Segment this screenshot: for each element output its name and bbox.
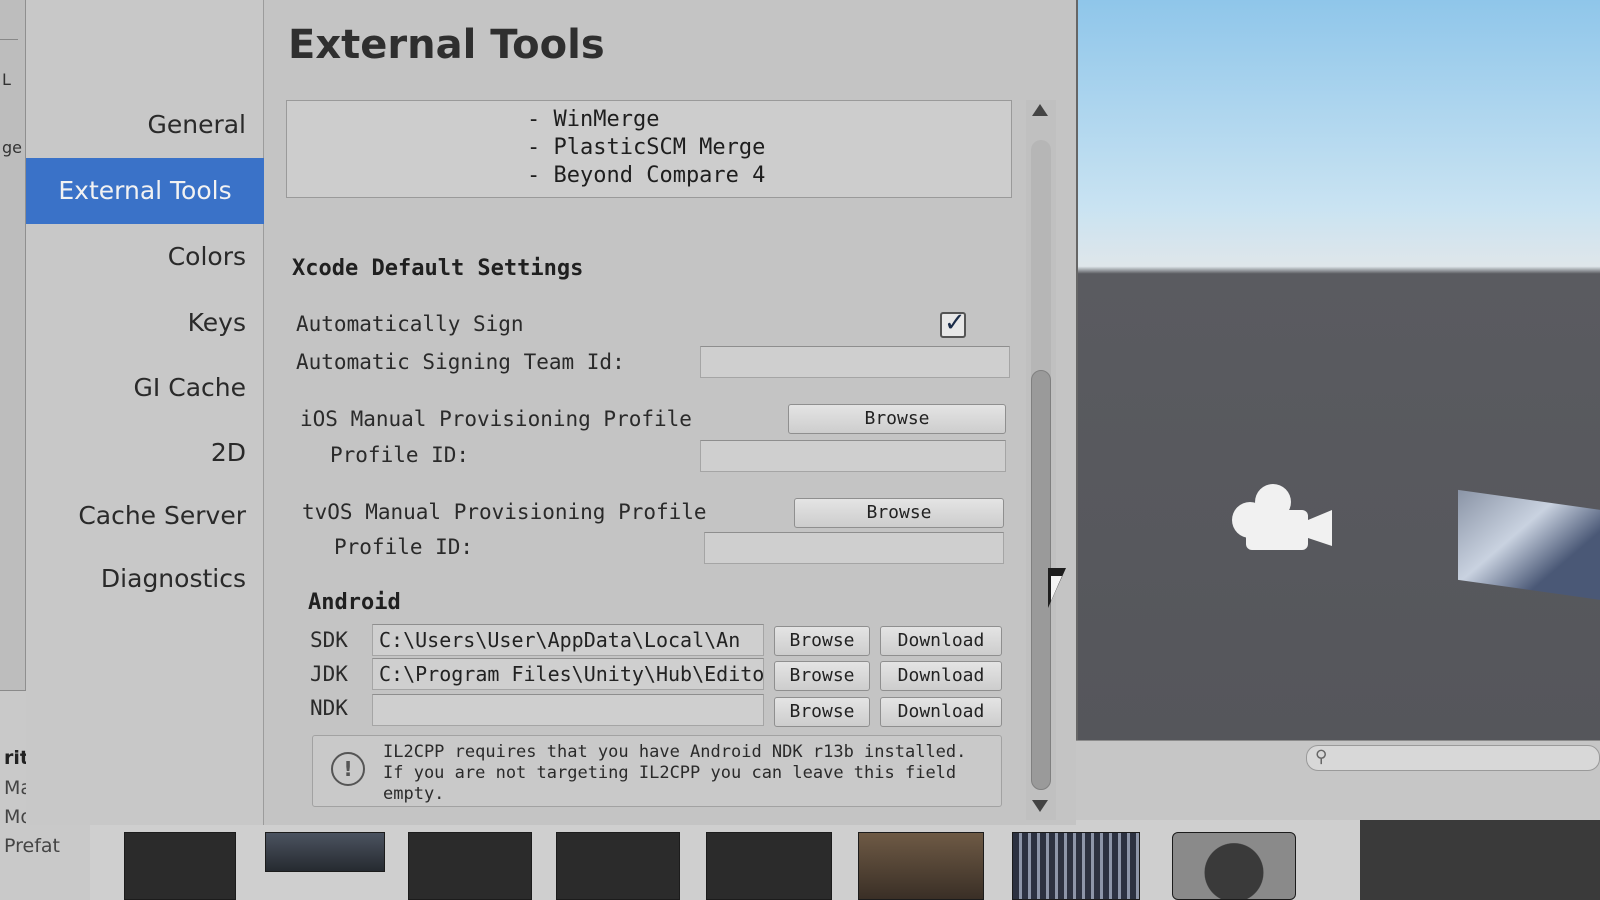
team-id-label: Automatic Signing Team Id: — [296, 350, 625, 374]
merge-tool-item: - Beyond Compare 4 — [527, 163, 766, 188]
tvos-profile-label: tvOS Manual Provisioning Profile — [302, 500, 707, 524]
scene-view[interactable] — [1076, 0, 1600, 740]
camera-icon — [1232, 484, 1332, 550]
search-input[interactable]: ⚲ — [1306, 745, 1600, 771]
merge-tool-item: - PlasticSCM Merge — [527, 135, 766, 160]
scroll-down-arrow-icon[interactable] — [1032, 800, 1048, 812]
scroll-up-arrow-icon[interactable] — [1032, 104, 1048, 116]
warning-icon: ! — [331, 752, 365, 786]
content-scrollbar[interactable] — [1026, 100, 1056, 820]
tvos-profile-id-field[interactable] — [704, 532, 1004, 564]
auto-sign-label: Automatically Sign — [296, 312, 524, 336]
merge-tool-item: - WinMerge — [527, 107, 660, 132]
tvos-profile-id-label: Profile ID: — [334, 535, 474, 559]
sidebar-item-cache-server[interactable]: Cache Server — [26, 483, 264, 549]
team-id-field[interactable] — [700, 346, 1010, 378]
mouse-cursor-fill — [1051, 576, 1062, 601]
ndk-help-box: ! IL2CPP requires that you have Android … — [312, 735, 1002, 807]
xcode-section-title: Xcode Default Settings — [292, 256, 584, 281]
help-text-line: If you are not targeting IL2CPP you can … — [383, 763, 957, 783]
search-icon: ⚲ — [1315, 747, 1328, 767]
ios-browse-button[interactable]: Browse — [788, 404, 1006, 434]
sdk-browse-button[interactable]: Browse — [774, 626, 870, 656]
help-text-line: empty. — [383, 784, 445, 804]
sidebar-item-diagnostics[interactable]: Diagnostics — [26, 546, 264, 612]
sidebar-item-2d[interactable]: 2D — [26, 420, 264, 486]
asset-thumbnail[interactable] — [1012, 832, 1140, 900]
asset-thumbnail[interactable] — [556, 832, 680, 900]
left-edge-label-ge: ge — [2, 138, 22, 157]
preferences-content: External Tools - WinMerge - PlasticSCM M… — [264, 0, 1076, 825]
left-edge-box — [0, 0, 18, 40]
ndk-label: NDK — [310, 696, 348, 720]
jdk-browse-button[interactable]: Browse — [774, 661, 870, 691]
ios-profile-id-field[interactable] — [700, 440, 1006, 472]
hierarchy-search-bar: ⚲ — [1076, 740, 1600, 820]
tvos-browse-button[interactable]: Browse — [794, 498, 1004, 528]
ios-profile-label: iOS Manual Provisioning Profile — [300, 407, 692, 431]
sidebar-item-general[interactable]: General — [26, 92, 264, 158]
project-folder-prefabs[interactable]: Prefat — [4, 835, 60, 857]
asset-thumbnail[interactable] — [124, 832, 236, 900]
sidebar-item-gi-cache[interactable]: GI Cache — [26, 355, 264, 421]
asset-thumbnail[interactable] — [408, 832, 532, 900]
asset-thumbnail[interactable] — [858, 832, 984, 900]
help-text-line: IL2CPP requires that you have Android ND… — [383, 742, 967, 762]
asset-thumbnail[interactable] — [1172, 832, 1296, 900]
preferences-window: General External Tools Colors Keys GI Ca… — [26, 0, 1076, 825]
asset-thumbnail[interactable] — [265, 832, 385, 872]
preferences-sidebar: General External Tools Colors Keys GI Ca… — [26, 0, 264, 825]
sidebar-item-colors[interactable]: Colors — [26, 224, 264, 290]
checkmark-icon: ✓ — [944, 308, 966, 338]
auto-sign-checkbox[interactable]: ✓ — [940, 308, 966, 338]
sdk-download-button[interactable]: Download — [880, 626, 1002, 656]
scene-object[interactable] — [1458, 489, 1600, 601]
merge-tools-info-box: - WinMerge - PlasticSCM Merge - Beyond C… — [286, 100, 1012, 198]
ndk-download-button[interactable]: Download — [880, 697, 1002, 727]
ndk-path-field[interactable] — [372, 694, 764, 726]
sidebar-item-external-tools[interactable]: External Tools — [26, 158, 264, 224]
jdk-label: JDK — [310, 662, 348, 686]
android-section-title: Android — [308, 590, 401, 615]
sdk-path-field[interactable]: C:\Users\User\AppData\Local\An — [372, 624, 764, 656]
ios-profile-id-label: Profile ID: — [330, 443, 470, 467]
jdk-path-field[interactable]: C:\Program Files\Unity\Hub\Edito — [372, 658, 764, 690]
page-title: External Tools — [288, 22, 605, 68]
jdk-download-button[interactable]: Download — [880, 661, 1002, 691]
sdk-label: SDK — [310, 628, 348, 652]
ndk-browse-button[interactable]: Browse — [774, 697, 870, 727]
asset-thumbnail-strip — [90, 820, 1360, 900]
asset-thumbnail[interactable] — [706, 832, 832, 900]
sidebar-item-keys[interactable]: Keys — [26, 290, 264, 356]
left-edge-label-l: L — [2, 70, 11, 89]
